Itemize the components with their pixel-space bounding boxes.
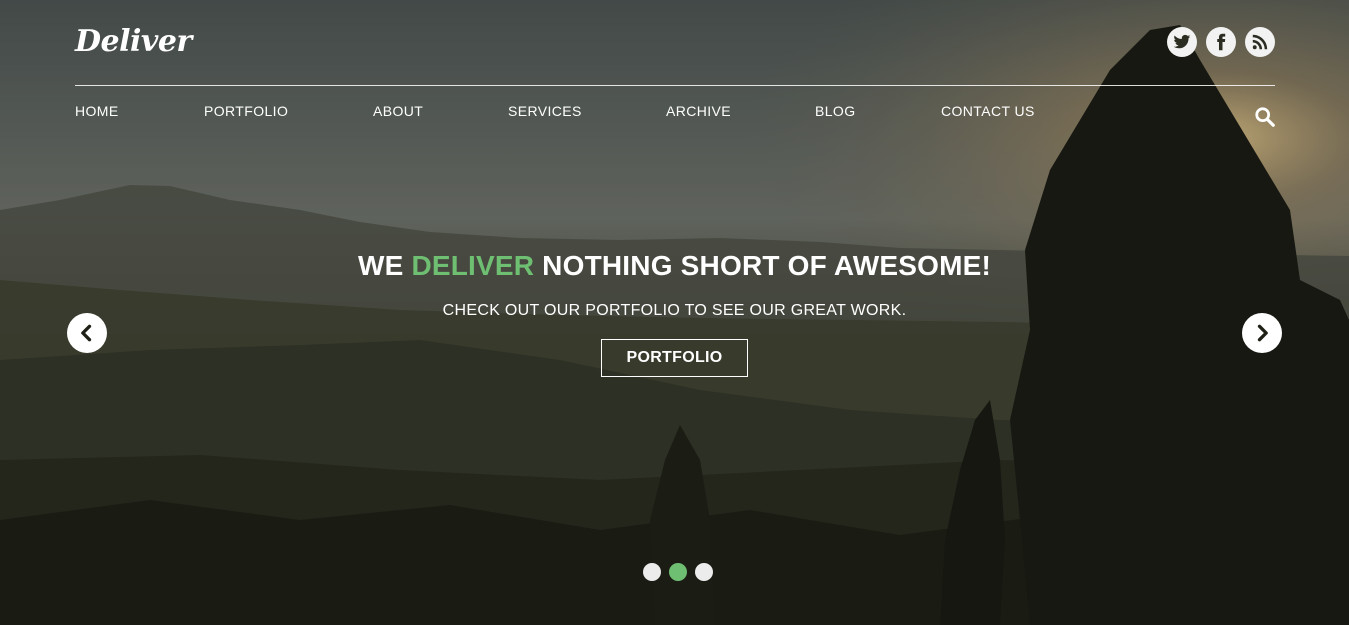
chevron-left-icon bbox=[81, 324, 92, 342]
twitter-button[interactable] bbox=[1167, 27, 1197, 57]
site-logo[interactable]: Deliver bbox=[75, 24, 192, 59]
nav-item-about[interactable]: ABOUT bbox=[373, 103, 423, 119]
search-button[interactable] bbox=[1254, 106, 1276, 128]
slider-next-button[interactable] bbox=[1242, 313, 1282, 353]
header-divider bbox=[75, 85, 1275, 86]
facebook-icon bbox=[1217, 33, 1226, 51]
nav-item-portfolio[interactable]: PORTFOLIO bbox=[204, 103, 288, 119]
rss-icon bbox=[1252, 34, 1268, 50]
slider-prev-button[interactable] bbox=[67, 313, 107, 353]
hero-title-prefix: WE bbox=[357, 250, 412, 281]
hero-title-suffix: NOTHING SHORT OF AWESOME! bbox=[534, 250, 992, 281]
slider-dot[interactable] bbox=[695, 563, 713, 581]
slider-pagination bbox=[643, 563, 713, 581]
nav-item-archive[interactable]: ARCHIVE bbox=[666, 103, 731, 119]
rss-button[interactable] bbox=[1245, 27, 1275, 57]
hero-subtitle: CHECK OUT OUR PORTFOLIO TO SEE OUR GREAT… bbox=[442, 302, 907, 319]
slider-dot[interactable] bbox=[669, 563, 687, 581]
portfolio-button[interactable]: PORTFOLIO bbox=[601, 339, 748, 377]
slider-dot[interactable] bbox=[643, 563, 661, 581]
facebook-button[interactable] bbox=[1206, 27, 1236, 57]
nav-item-contact-us[interactable]: CONTACT US bbox=[941, 103, 1035, 119]
hero-title: WE DELIVER NOTHING SHORT OF AWESOME! bbox=[0, 250, 1349, 282]
nav-item-blog[interactable]: BLOG bbox=[815, 103, 856, 119]
hero-title-accent: DELIVER bbox=[411, 250, 535, 281]
main-nav: HOME PORTFOLIO ABOUT SERVICES ARCHIVE BL… bbox=[75, 103, 1075, 121]
search-icon bbox=[1255, 107, 1275, 127]
nav-item-home[interactable]: HOME bbox=[75, 103, 119, 119]
social-links bbox=[1167, 27, 1275, 57]
chevron-right-icon bbox=[1257, 324, 1268, 342]
hero-slider: Deliver HOME PORTFOLIO ABOUT SERVICES AR… bbox=[0, 0, 1349, 625]
twitter-icon bbox=[1173, 34, 1191, 49]
nav-item-services[interactable]: SERVICES bbox=[508, 103, 582, 119]
